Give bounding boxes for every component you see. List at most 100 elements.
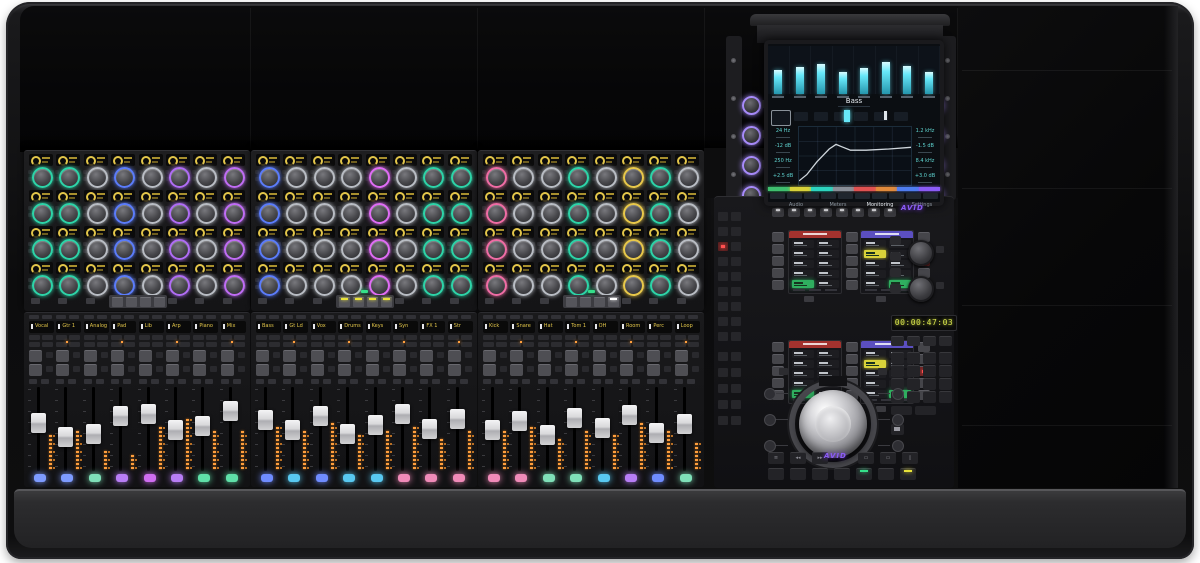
- screen-soft-button[interactable]: [889, 193, 904, 199]
- master-attention-knob[interactable]: [742, 126, 761, 145]
- master-right-key[interactable]: [890, 252, 901, 261]
- transport-button[interactable]: [856, 468, 872, 480]
- jog-function-button[interactable]: [764, 388, 776, 400]
- transport-button[interactable]: ◂◂: [790, 452, 806, 464]
- transport-button[interactable]: [878, 468, 894, 480]
- master-left-key[interactable]: [731, 400, 741, 409]
- numpad-key[interactable]: [891, 365, 904, 377]
- softkey-side-button[interactable]: [846, 256, 858, 266]
- softkey-side-button[interactable]: [772, 378, 784, 388]
- jog-function-button[interactable]: [892, 440, 904, 452]
- screen-soft-button[interactable]: [821, 193, 836, 199]
- softkey-nav-key[interactable]: [804, 296, 814, 302]
- transport-button[interactable]: [812, 468, 828, 480]
- screen-soft-button[interactable]: [855, 193, 870, 199]
- master-left-key[interactable]: [731, 368, 741, 377]
- screen-soft-button[interactable]: [804, 193, 819, 199]
- master-left-key[interactable]: [731, 302, 741, 311]
- softkey-side-button[interactable]: [772, 268, 784, 278]
- master-left-key[interactable]: [718, 332, 728, 341]
- master-left-key[interactable]: [718, 317, 728, 326]
- softkey-side-button[interactable]: [846, 354, 858, 364]
- numpad-key[interactable]: [907, 365, 920, 377]
- screen-menu-item[interactable]: Audio: [776, 201, 816, 210]
- jog-top-button[interactable]: [779, 368, 788, 375]
- master-left-key[interactable]: [718, 384, 728, 393]
- transport-mode-key[interactable]: [939, 336, 952, 346]
- screen-soft-button[interactable]: [838, 193, 853, 199]
- master-left-key[interactable]: [718, 272, 728, 281]
- transport-button[interactable]: ▭: [858, 452, 874, 464]
- screen-menu-item[interactable]: Monitoring: [860, 201, 900, 210]
- softkey-side-button[interactable]: [772, 256, 784, 266]
- master-left-key[interactable]: [731, 287, 741, 296]
- master-left-key[interactable]: [718, 287, 728, 296]
- numpad-key[interactable]: [907, 352, 920, 364]
- softkey-side-button[interactable]: [846, 268, 858, 278]
- master-left-key[interactable]: [731, 227, 741, 236]
- master-left-key[interactable]: [718, 302, 728, 311]
- master-right-key[interactable]: [890, 236, 901, 245]
- transport-button[interactable]: ▭: [880, 452, 896, 464]
- transport-button[interactable]: [900, 468, 916, 480]
- master-left-key[interactable]: [731, 332, 741, 341]
- numpad-key[interactable]: [907, 378, 920, 390]
- screen-soft-button[interactable]: [923, 193, 938, 199]
- transport-mode-key[interactable]: [907, 336, 920, 346]
- transport-button[interactable]: [768, 468, 784, 480]
- numpad-key[interactable]: [923, 391, 936, 403]
- transport-button[interactable]: ≡: [768, 452, 784, 464]
- master-right-key[interactable]: [890, 284, 901, 293]
- master-left-key[interactable]: [731, 352, 741, 361]
- master-left-key[interactable]: [731, 257, 741, 266]
- master-left-key[interactable]: [718, 416, 728, 425]
- master-right-key[interactable]: [890, 268, 901, 277]
- softkey-side-button[interactable]: [772, 280, 784, 290]
- screen-soft-button[interactable]: [906, 193, 921, 199]
- screen-soft-button[interactable]: [770, 193, 785, 199]
- screen-soft-button[interactable]: [787, 193, 802, 199]
- softkey-side-button[interactable]: [772, 244, 784, 254]
- jog-function-button[interactable]: [764, 440, 776, 452]
- master-left-key[interactable]: [731, 384, 741, 393]
- softkey-side-button[interactable]: [846, 280, 858, 290]
- numpad-wide-key[interactable]: [915, 406, 936, 415]
- transport-button[interactable]: [834, 468, 850, 480]
- numpad-wide-key[interactable]: [891, 406, 912, 415]
- master-left-key[interactable]: [731, 317, 741, 326]
- numpad-key[interactable]: [907, 391, 920, 403]
- monitor-level-knob[interactable]: [908, 240, 934, 266]
- softkey-side-button[interactable]: [772, 342, 784, 352]
- jog-top-button[interactable]: [878, 368, 887, 375]
- master-attention-knob[interactable]: [742, 156, 761, 175]
- screen-soft-button[interactable]: [872, 193, 887, 199]
- jog-function-button[interactable]: [892, 414, 904, 426]
- screen-menu-item[interactable]: Meters: [818, 201, 858, 210]
- transport-button[interactable]: [790, 468, 806, 480]
- numpad-key[interactable]: [891, 352, 904, 364]
- master-left-key[interactable]: [731, 242, 741, 251]
- softkey-nav-key[interactable]: [876, 296, 886, 302]
- master-left-key[interactable]: [731, 416, 741, 425]
- master-left-key[interactable]: [718, 352, 728, 361]
- transport-button[interactable]: ▯: [902, 452, 918, 464]
- numpad-key[interactable]: [923, 352, 936, 364]
- master-touchscreen[interactable]: Bass 24 Hz -12 dB 250 Hz +2.5 dB 1.2 kHz -1.5…: [764, 40, 944, 208]
- numpad-key[interactable]: [939, 378, 952, 390]
- master-left-key[interactable]: [718, 368, 728, 377]
- master-left-key[interactable]: [731, 212, 741, 221]
- master-left-key[interactable]: [718, 400, 728, 409]
- softkey-side-button[interactable]: [846, 232, 858, 242]
- master-left-key[interactable]: [718, 257, 728, 266]
- master-left-key[interactable]: [718, 242, 728, 251]
- numpad-key[interactable]: [939, 391, 952, 403]
- softkey-side-button[interactable]: [846, 342, 858, 352]
- monitor-level-knob[interactable]: [908, 276, 934, 302]
- master-left-key[interactable]: [718, 212, 728, 221]
- transport-mode-key[interactable]: [923, 336, 936, 346]
- monitor-knob-button[interactable]: [936, 246, 944, 253]
- softkey-side-button[interactable]: [846, 244, 858, 254]
- monitor-knob-button[interactable]: [936, 282, 944, 289]
- numpad-key[interactable]: [923, 378, 936, 390]
- jog-function-button[interactable]: [764, 414, 776, 426]
